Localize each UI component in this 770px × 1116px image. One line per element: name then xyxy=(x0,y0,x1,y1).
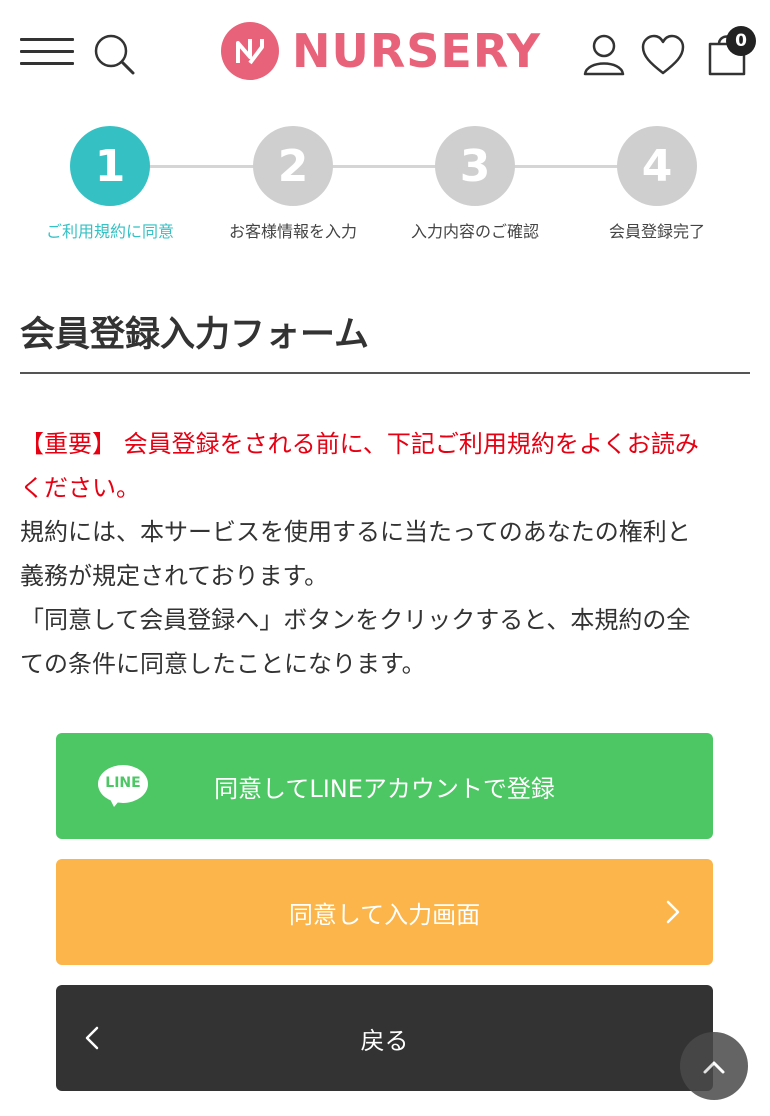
header: NURSERY 0 xyxy=(0,0,770,100)
step-2-circle: 2 xyxy=(253,126,333,206)
logo-mark-icon xyxy=(221,22,279,80)
page: NURSERY 0 1 2 3 4 ご利用規約に同意 お客様情報を入力 入力内容… xyxy=(0,0,770,1116)
step-4-circle: 4 xyxy=(617,126,697,206)
progress-steps: 1 2 3 4 ご利用規約に同意 お客様情報を入力 入力内容のご確認 会員登録完… xyxy=(0,120,770,250)
user-icon[interactable] xyxy=(582,32,626,76)
search-icon[interactable] xyxy=(92,32,136,76)
title-divider xyxy=(20,372,750,374)
agree-input-button[interactable]: 同意して入力画面 xyxy=(56,859,713,965)
step-1-circle: 1 xyxy=(70,126,150,206)
chevron-left-icon xyxy=(85,1026,99,1050)
page-title: 会員登録入力フォーム xyxy=(20,315,369,355)
terms-notice: 【重要】 会員登録をされる前に、下記ご利用規約をよくお読み ください。 規約には… xyxy=(20,422,750,686)
line-logo-text: LINE xyxy=(105,775,141,791)
step-1-label: ご利用規約に同意 xyxy=(45,222,174,241)
logo[interactable]: NURSERY xyxy=(220,20,541,82)
notice-body-line-4: ての条件に同意したことになります。 xyxy=(20,650,426,678)
important-notice-line-1: 【重要】 会員登録をされる前に、下記ご利用規約をよくお読み xyxy=(20,430,699,458)
step-2-label: お客様情報を入力 xyxy=(228,222,357,241)
back-label: 戻る xyxy=(360,1026,409,1055)
step-3-label: 入力内容のご確認 xyxy=(410,222,539,241)
back-button[interactable]: 戻る xyxy=(56,985,713,1091)
scroll-to-top-button[interactable] xyxy=(680,1032,748,1100)
line-logo-icon: LINE xyxy=(98,765,148,809)
heart-icon[interactable] xyxy=(640,34,686,76)
step-4-label: 会員登録完了 xyxy=(608,222,705,241)
chevron-up-icon xyxy=(703,1061,725,1074)
step-3-circle: 3 xyxy=(435,126,515,206)
agree-input-label: 同意して入力画面 xyxy=(288,900,481,929)
important-notice-line-2: ください。 xyxy=(20,474,140,502)
menu-icon[interactable] xyxy=(20,36,74,68)
notice-body-line-2: 義務が規定されております。 xyxy=(20,562,329,590)
notice-body-line-3: 「同意して会員登録へ」ボタンをクリックすると、本規約の全 xyxy=(20,606,691,634)
notice-body-line-1: 規約には、本サービスを使用するに当たってのあなたの権利と xyxy=(20,518,691,546)
line-register-label: 同意してLINEアカウントで登録 xyxy=(214,774,555,803)
line-register-button[interactable]: LINE 同意してLINEアカウントで登録 xyxy=(56,733,713,839)
chevron-right-icon xyxy=(666,900,680,924)
step-connector xyxy=(110,165,658,168)
cart-count-badge: 0 xyxy=(726,26,756,56)
logo-text: NURSERY xyxy=(292,24,542,78)
